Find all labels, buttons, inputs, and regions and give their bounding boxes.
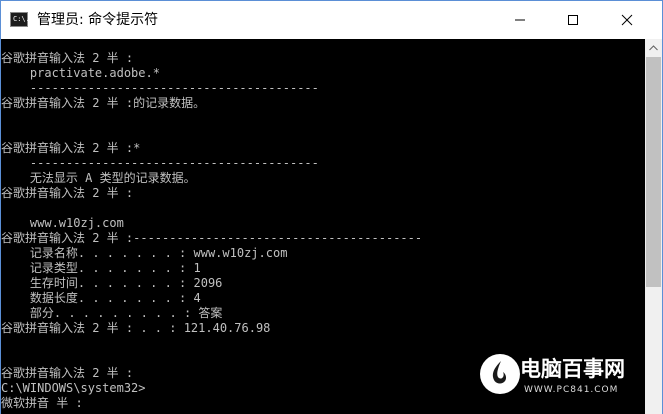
site-watermark: 电脑百事网 WWW.PC841.COM	[480, 352, 660, 408]
minimize-button[interactable]	[497, 1, 543, 39]
console-line: 谷歌拼音输入法 2 半 :	[1, 51, 134, 65]
console-line: 无法显示 A 类型的记录数据。	[1, 171, 196, 185]
scroll-up-button[interactable]	[645, 39, 662, 56]
console-line: 记录名称. . . . . . . : www.w10zj.com	[1, 246, 288, 260]
console-line: C:\WINDOWS\system32>	[1, 381, 146, 395]
maximize-button[interactable]	[550, 1, 596, 39]
watermark-url: WWW.PC841.COM	[524, 385, 619, 395]
console-line: 谷歌拼音输入法 2 半 :*	[1, 141, 141, 155]
minimize-icon	[515, 19, 525, 21]
console-line: 数据长度. . . . . . . : 4	[1, 291, 201, 305]
console-line: 部分. . . . . . . . . : 答案	[1, 306, 223, 320]
console-line: 记录类型. . . . . . . : 1	[1, 261, 201, 275]
maximize-icon	[568, 15, 578, 25]
console-line: www.w10zj.com	[1, 216, 124, 230]
cmd-app-icon: C:\.	[10, 12, 30, 27]
close-button[interactable]	[604, 1, 650, 39]
console-line: 谷歌拼音输入法 2 半 :	[1, 366, 134, 380]
console-line: practivate.adobe.*	[1, 66, 160, 80]
console-line: 谷歌拼音输入法 2 半 :---------------------------…	[1, 231, 423, 245]
console-line: 微软拼音 半 :	[1, 396, 83, 410]
scrollbar-thumb[interactable]	[646, 57, 661, 287]
watermark-logo-icon	[480, 354, 520, 394]
console-line: ----------------------------------------	[1, 156, 319, 170]
console-line: 生存时间. . . . . . . : 2096	[1, 276, 223, 290]
console-line: 谷歌拼音输入法 2 半 : . . : 121.40.76.98	[1, 321, 271, 335]
console-line: ----------------------------------------	[1, 81, 319, 95]
console-line: 谷歌拼音输入法 2 半 :的记录数据。	[1, 96, 206, 110]
console-line: 谷歌拼音输入法 2 半 :	[1, 186, 134, 200]
window-title: 管理员: 命令提示符	[37, 12, 159, 28]
scroll-up-arrow-icon	[649, 44, 658, 50]
title-bar[interactable]: C:\. 管理员: 命令提示符	[1, 1, 662, 39]
watermark-name: 电脑百事网	[520, 357, 625, 381]
close-icon	[621, 14, 633, 26]
